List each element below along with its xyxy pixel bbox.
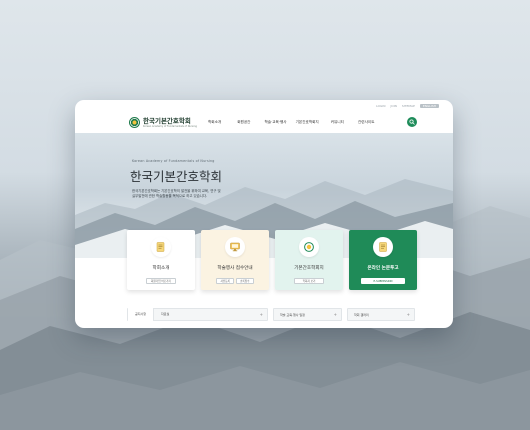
card-events[interactable]: 학술행사 접수안내 사전등록 초록접수 <box>201 230 269 290</box>
monitor-icon <box>225 237 245 257</box>
gallery-label: 학회 갤러리 <box>354 312 369 317</box>
site-header: 한국기본간호학회 Korean Academy of Fundamentals … <box>75 113 453 133</box>
tab-notice[interactable]: 공지사항 <box>128 308 155 321</box>
logo-name-en: Korean Academy of Fundamentals of Nursin… <box>143 124 197 128</box>
board-panel: 공지사항 자료실 + <box>127 308 268 321</box>
browser-window: LOGIN JOIN SITEMAP ENGLISH 한국기본간호학회 Kore… <box>75 100 453 328</box>
logo-name-ko: 한국기본간호학회 <box>143 116 191 125</box>
pre-registration-button[interactable]: 사전등록 <box>216 278 234 284</box>
bottom-panels: 공지사항 자료실 + 학술·교육·행사 일정 + 학회 갤러리 + <box>127 308 415 321</box>
nav-item-members[interactable]: 회원공간 <box>237 120 250 125</box>
utility-bar: LOGIN JOIN SITEMAP ENGLISH <box>376 104 439 108</box>
gallery-more-icon[interactable]: + <box>407 313 410 317</box>
hero-desc-line-2: 실무발전에 관한 학술활동을 목적으로 하고 있습니다. <box>132 194 208 199</box>
paper-submission-icon <box>373 237 393 257</box>
main-nav: 학회소개 회원공간 학술·교육·행사 기본간호학회지 커뮤니티 관련사이트 <box>208 120 375 125</box>
document-icon <box>151 237 171 257</box>
login-link[interactable]: LOGIN <box>376 104 385 108</box>
sitemap-link[interactable]: SITEMAP <box>402 104 415 108</box>
events-more-icon[interactable]: + <box>334 313 337 317</box>
academy-emblem-icon <box>129 117 140 128</box>
card-about[interactable]: 학회소개 회원가입 바로가기 <box>127 230 195 290</box>
nav-item-community[interactable]: 커뮤니티 <box>331 120 344 125</box>
search-button[interactable] <box>407 117 417 127</box>
nav-item-about[interactable]: 학회소개 <box>208 120 221 125</box>
card-journal[interactable]: 기본간호학회지 학회지 보기 <box>275 230 343 290</box>
board-more-icon[interactable]: + <box>260 313 263 317</box>
nav-item-events[interactable]: 학술·교육·행사 <box>264 120 286 125</box>
card-journal-title: 기본간호학회지 <box>294 266 324 271</box>
card-about-title: 학회소개 <box>152 266 170 271</box>
quick-menu-cards: 학회소개 회원가입 바로가기 학술행사 접수안내 사전등록 초록접수 기본간호학… <box>127 230 417 290</box>
events-schedule-panel: 학술·교육·행사 일정 + <box>273 308 342 321</box>
card-events-title: 학술행사 접수안내 <box>217 266 253 271</box>
english-button[interactable]: ENGLISH <box>419 104 439 108</box>
join-member-button[interactable]: 회원가입 바로가기 <box>146 278 176 284</box>
e-submission-button[interactable]: E-SUBMISSION <box>361 278 405 284</box>
join-link[interactable]: JOIN <box>390 104 396 108</box>
journal-emblem-icon <box>299 237 319 257</box>
card-submission-title: 온라인 논문투고 <box>367 266 399 271</box>
view-journal-button[interactable]: 학회지 보기 <box>294 278 324 284</box>
search-icon <box>409 119 415 125</box>
hero-description: 한국기본간호학회는 기본간호학의 발전을 위하여 교육, 연구 및 실무발전에 … <box>132 189 272 200</box>
gallery-panel: 학회 갤러리 + <box>347 308 415 321</box>
events-schedule-label: 학술·교육·행사 일정 <box>280 312 305 317</box>
tab-archive[interactable]: 자료실 <box>154 308 176 321</box>
hero-subtitle: Korean Academy of Fundamentals of Nursin… <box>132 159 215 163</box>
site-logo[interactable]: 한국기본간호학회 Korean Academy of Fundamentals … <box>129 117 197 128</box>
nav-item-journal[interactable]: 기본간호학회지 <box>296 120 319 125</box>
nav-item-related-sites[interactable]: 관련사이트 <box>358 120 375 125</box>
abstract-submission-button[interactable]: 초록접수 <box>236 278 254 284</box>
card-submission[interactable]: 온라인 논문투고 E-SUBMISSION <box>349 230 417 290</box>
hero-title: 한국기본간호학회 <box>130 169 223 184</box>
